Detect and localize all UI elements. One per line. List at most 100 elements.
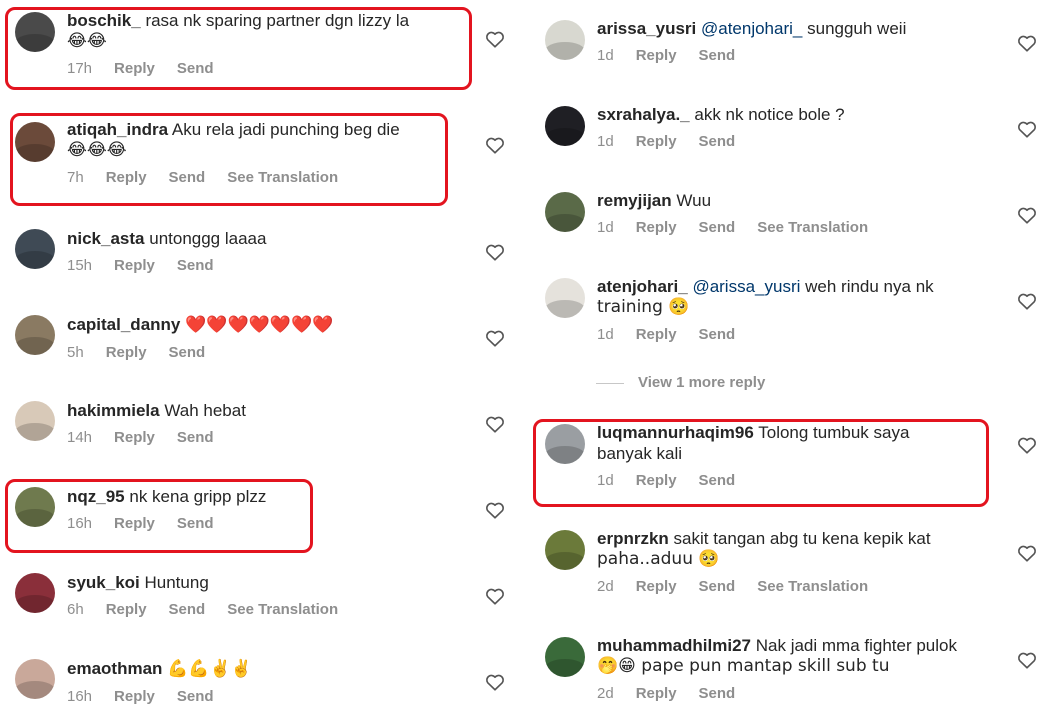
comment-text: Huntung [144, 573, 209, 592]
comment-time: 1d [597, 472, 614, 489]
see-translation-button[interactable]: See Translation [227, 169, 338, 187]
comment-username[interactable]: arissa_yusri [597, 19, 696, 38]
avatar[interactable] [15, 122, 55, 162]
reply-button[interactable]: Reply [636, 578, 677, 596]
avatar[interactable] [545, 637, 585, 677]
comment-mention[interactable]: @atenjohari_ [701, 19, 802, 38]
like-heart-icon[interactable] [485, 415, 505, 433]
comment-time: 15h [67, 257, 93, 274]
like-heart-icon[interactable] [485, 673, 505, 691]
like-heart-icon[interactable] [1017, 651, 1037, 669]
send-button[interactable]: Send [177, 429, 214, 447]
see-translation-button[interactable]: See Translation [757, 578, 868, 596]
avatar[interactable] [15, 401, 55, 441]
send-button[interactable]: Send [169, 601, 206, 619]
like-heart-icon[interactable] [1017, 544, 1037, 562]
reply-button[interactable]: Reply [636, 133, 677, 151]
like-heart-icon[interactable] [485, 30, 505, 48]
like-heart-icon[interactable] [485, 587, 505, 605]
reply-button[interactable]: Reply [636, 326, 677, 344]
comment-username[interactable]: luqmannurhaqim96 [597, 423, 754, 442]
avatar[interactable] [15, 315, 55, 355]
see-translation-button[interactable]: See Translation [757, 219, 868, 237]
reply-button[interactable]: Reply [636, 685, 677, 703]
comment-time: 1d [597, 326, 614, 343]
reply-button[interactable]: Reply [636, 219, 677, 237]
send-button[interactable]: Send [177, 60, 214, 78]
comment-username[interactable]: muhammadhilmi27 [597, 636, 751, 655]
send-button[interactable]: Send [177, 257, 214, 275]
avatar[interactable] [545, 530, 585, 570]
send-button[interactable]: Send [177, 515, 214, 533]
comment-username[interactable]: sxrahalya._ [597, 105, 690, 124]
comment-text: ❤️❤️❤️❤️❤️❤️❤️ [185, 315, 334, 335]
view-more-replies-button[interactable]: View 1 more reply [596, 374, 765, 391]
comment-text-line2: 😂😂😂 [67, 140, 127, 160]
comment-username[interactable]: nqz_95 [67, 487, 125, 506]
comment-text: 💪💪✌️✌️ [167, 659, 252, 679]
comment-username[interactable]: nick_asta [67, 229, 145, 248]
send-button[interactable]: Send [699, 133, 736, 151]
reply-button[interactable]: Reply [636, 472, 677, 490]
reply-button[interactable]: Reply [114, 515, 155, 533]
comment-time: 7h [67, 169, 84, 186]
reply-button[interactable]: Reply [636, 47, 677, 65]
reply-button[interactable]: Reply [106, 169, 147, 187]
send-button[interactable]: Send [699, 47, 736, 65]
like-heart-icon[interactable] [485, 243, 505, 261]
like-heart-icon[interactable] [1017, 34, 1037, 52]
comment-time: 16h [67, 688, 93, 705]
avatar[interactable] [545, 278, 585, 318]
comment-username[interactable]: emaothman [67, 659, 162, 678]
send-button[interactable]: Send [699, 219, 736, 237]
comment-username[interactable]: hakimmiela [67, 401, 160, 420]
like-heart-icon[interactable] [1017, 292, 1037, 310]
like-heart-icon[interactable] [485, 501, 505, 519]
reply-button[interactable]: Reply [114, 688, 155, 706]
avatar[interactable] [545, 106, 585, 146]
send-button[interactable]: Send [699, 578, 736, 596]
avatar[interactable] [15, 573, 55, 613]
comment-username[interactable]: syuk_koi [67, 573, 140, 592]
send-button[interactable]: Send [699, 326, 736, 344]
comment-text: Wah hebat [164, 401, 246, 420]
comment-text: Nak jadi mma fighter pulok [755, 636, 957, 655]
send-button[interactable]: Send [699, 472, 736, 490]
reply-thread-line [596, 382, 624, 384]
comment-username[interactable]: erpnrzkn [597, 529, 669, 548]
reply-button[interactable]: Reply [114, 429, 155, 447]
send-button[interactable]: Send [169, 344, 206, 362]
avatar[interactable] [15, 229, 55, 269]
send-button[interactable]: Send [169, 169, 206, 187]
see-translation-button[interactable]: See Translation [227, 601, 338, 619]
send-button[interactable]: Send [699, 685, 736, 703]
like-heart-icon[interactable] [485, 136, 505, 154]
comment-text: nk kena gripp plzz [129, 487, 267, 506]
comment-username[interactable]: boschik_ [67, 11, 141, 30]
like-heart-icon[interactable] [485, 329, 505, 347]
reply-button[interactable]: Reply [114, 60, 155, 78]
avatar[interactable] [545, 20, 585, 60]
like-heart-icon[interactable] [1017, 436, 1037, 454]
comment-username[interactable]: atenjohari_ [597, 277, 688, 296]
like-heart-icon[interactable] [1017, 120, 1037, 138]
comment-time: 6h [67, 601, 84, 618]
comment-text: weh rindu nya nk [805, 277, 934, 296]
comment-username[interactable]: atiqah_indra [67, 120, 168, 139]
reply-button[interactable]: Reply [114, 257, 155, 275]
comment-mention[interactable]: @arissa_yusri [692, 277, 800, 296]
comment-username[interactable]: remyjijan [597, 191, 672, 210]
comment-time: 16h [67, 515, 93, 532]
comment-username[interactable]: capital_danny [67, 315, 180, 334]
avatar[interactable] [15, 487, 55, 527]
like-heart-icon[interactable] [1017, 206, 1037, 224]
send-button[interactable]: Send [177, 688, 214, 706]
avatar[interactable] [545, 192, 585, 232]
avatar[interactable] [15, 12, 55, 52]
avatar[interactable] [545, 424, 585, 464]
avatar[interactable] [15, 659, 55, 699]
reply-button[interactable]: Reply [106, 601, 147, 619]
comment-time: 17h [67, 60, 93, 77]
comment-text-line2: 🤭😁 pape pun mantap skill sub tu [597, 656, 890, 676]
reply-button[interactable]: Reply [106, 344, 147, 362]
